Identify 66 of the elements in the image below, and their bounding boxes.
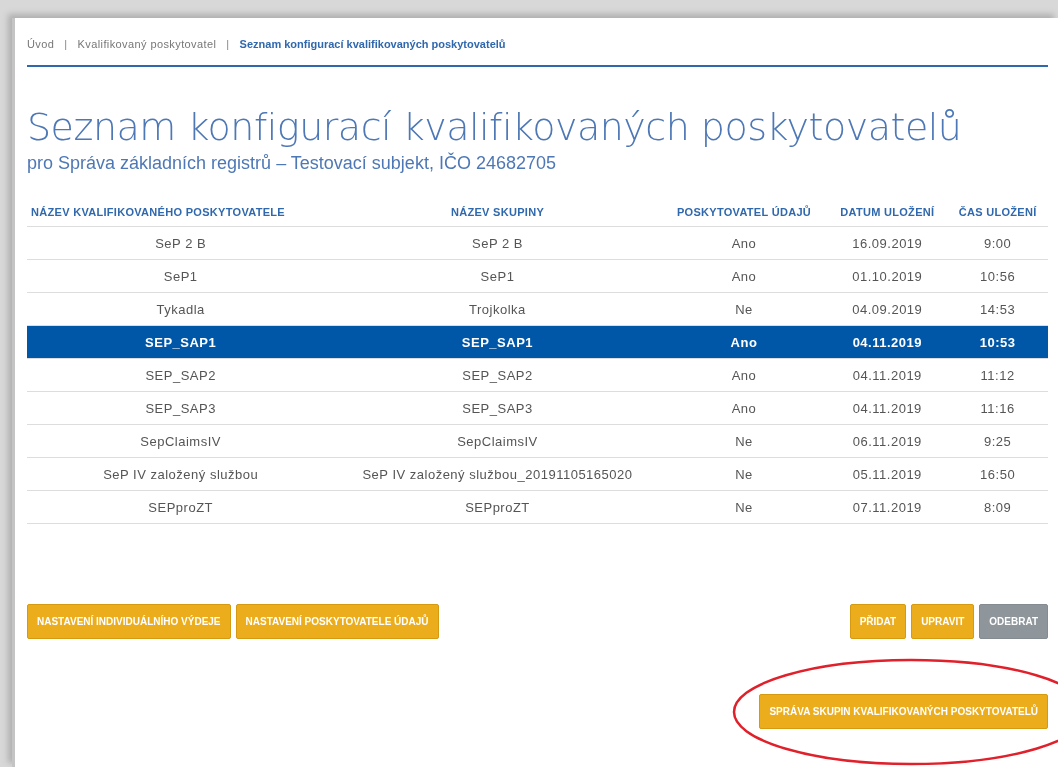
table-cell: 8:09 [947, 490, 1048, 524]
table-cell: 04.11.2019 [827, 391, 948, 425]
table-cell: SEPproZT [334, 490, 661, 524]
table-cell: Ne [660, 490, 828, 524]
column-header: NÁZEV KVALIFIKOVANÉHO POSKYTOVATELE [27, 196, 335, 227]
breadcrumb-separator: | [226, 38, 230, 50]
table-cell: 06.11.2019 [827, 424, 948, 458]
table-row[interactable]: SEPproZT SEPproZT Ne 07.11.2019 8:09 [27, 490, 1048, 524]
table-row[interactable]: SEP_SAP1 SEP_SAP1 Ano 04.11.2019 10:53 [27, 325, 1048, 359]
table-cell: Tykadla [27, 292, 335, 326]
table-cell: 11:12 [947, 358, 1048, 392]
table-cell: 14:53 [947, 292, 1048, 326]
column-header: POSKYTOVATEL ÚDAJŮ [660, 196, 828, 227]
table-cell: SEP_SAP2 [27, 358, 335, 392]
table-cell: Ne [660, 292, 828, 326]
table-cell: Ano [660, 259, 828, 293]
table-cell: SeP 2 B [334, 226, 661, 260]
table-cell: 04.09.2019 [827, 292, 948, 326]
breadcrumb-link[interactable]: Úvod [27, 38, 55, 50]
column-header: NÁZEV SKUPINY [334, 196, 661, 227]
table-cell: SEP_SAP1 [334, 325, 661, 359]
table-cell: 11:16 [947, 391, 1048, 425]
table-cell: 9:25 [947, 424, 1048, 458]
table-cell: 10:56 [947, 259, 1048, 293]
table-cell: 01.10.2019 [827, 259, 948, 293]
table-cell: SeP1 [27, 259, 335, 293]
table-row[interactable]: SEP_SAP3 SEP_SAP3 Ano 04.11.2019 11:16 [27, 391, 1048, 425]
table-cell: Ano [660, 391, 828, 425]
table-row[interactable]: SeP 2 B SeP 2 B Ano 16.09.2019 9:00 [27, 226, 1048, 260]
page-subtitle: pro Správa základních registrů – Testovací subjekt, IČO 24682705 [27, 153, 557, 174]
table-cell: 16:50 [947, 457, 1048, 491]
table-cell: Trojkolka [334, 292, 661, 326]
table-row[interactable]: Tykadla Trojkolka Ne 04.09.2019 14:53 [27, 292, 1048, 326]
table-cell: 9:00 [947, 226, 1048, 260]
table-cell: 04.11.2019 [827, 358, 948, 392]
table-cell: SepClaimsIV [334, 424, 661, 458]
table-cell: SeP IV založený službou_20191105165020 [334, 457, 661, 491]
table-cell: SEP_SAP1 [27, 325, 335, 359]
breadcrumb-link[interactable]: Seznam konfigurací kvalifikovaných poskytovatelů [239, 38, 506, 50]
table-cell: SeP IV založený službou [27, 457, 335, 491]
table-cell: SEP_SAP2 [334, 358, 661, 392]
table-cell: 05.11.2019 [827, 457, 948, 491]
table-cell: SepClaimsIV [27, 424, 335, 458]
table-cell: 07.11.2019 [827, 490, 948, 524]
table-cell: SEPproZT [27, 490, 335, 524]
breadcrumb-separator: | [64, 38, 68, 50]
table-row[interactable]: SeP IV založený službou SeP IV založený službou_20191105165020 Ne 05.11.2019 16:50 [27, 457, 1048, 491]
table-row[interactable]: SeP1 SeP1 Ano 01.10.2019 10:56 [27, 259, 1048, 293]
table-cell: SeP 2 B [27, 226, 335, 260]
table-cell: SeP1 [334, 259, 661, 293]
breadcrumb-link[interactable]: Kvalifikovaný poskytovatel [77, 38, 217, 50]
column-header: DATUM ULOŽENÍ [827, 196, 948, 227]
table-cell: SEP_SAP3 [27, 391, 335, 425]
table-cell: Ne [660, 424, 828, 458]
table-cell: SEP_SAP3 [334, 391, 661, 425]
table-row[interactable]: SEP_SAP2 SEP_SAP2 Ano 04.11.2019 11:12 [27, 358, 1048, 392]
table-cell: 04.11.2019 [827, 325, 948, 359]
table-cell: Ano [660, 358, 828, 392]
column-header: ČAS ULOŽENÍ [947, 196, 1048, 227]
table-cell: Ano [660, 226, 828, 260]
table-cell: 10:53 [947, 325, 1048, 359]
page-title: Seznam konfigurací kvalifikovaných poskytovatelů [27, 105, 963, 149]
table-cell: Ne [660, 457, 828, 491]
table-row[interactable]: SepClaimsIV SepClaimsIV Ne 06.11.2019 9:25 [27, 424, 1048, 458]
table-cell: 16.09.2019 [827, 226, 948, 260]
table-cell: Ano [660, 325, 828, 359]
